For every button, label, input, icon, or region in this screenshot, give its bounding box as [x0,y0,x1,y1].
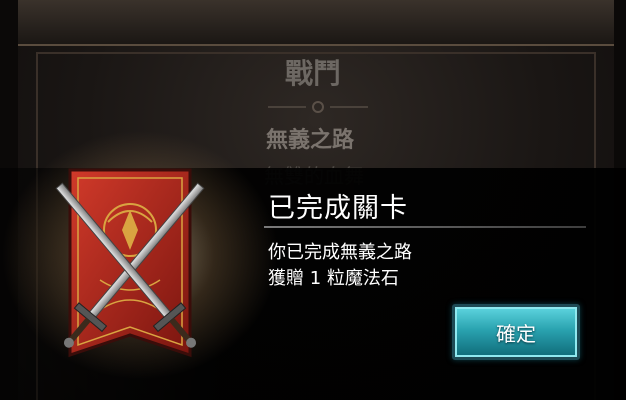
dialog-message-line1: 你已完成無義之路 [268,242,412,263]
frame-top-ornament [18,0,614,46]
background-panel-title: 戰鬥 [284,57,341,90]
crossed-swords-banner-icon [55,168,205,358]
dialog-divider [264,226,586,228]
dialog-message-line2: 獲贈 1 粒魔法石 [268,268,399,289]
divider-ornament-icon [268,101,368,113]
confirm-button[interactable]: 確定 [452,304,580,360]
dialog-title: 已完成關卡 [268,193,408,224]
confirm-button-label: 確定 [496,321,536,346]
